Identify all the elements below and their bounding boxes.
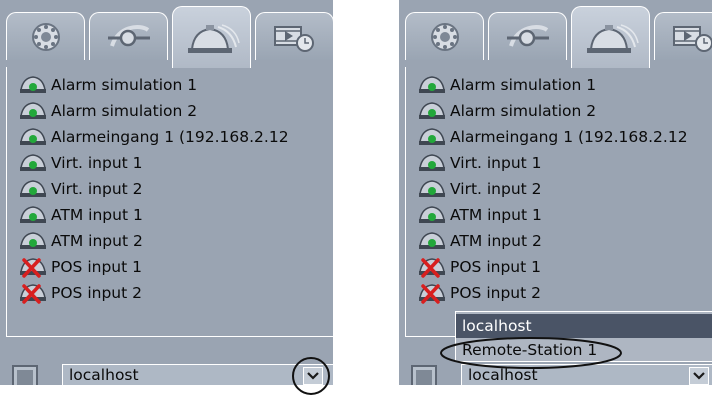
station-combo[interactable]: localhost — [461, 364, 712, 385]
input-label: POS input 1 — [51, 258, 142, 276]
chevron-down-icon — [307, 372, 319, 380]
input-label: Alarmeingang 1 (192.168.2.12 — [51, 128, 289, 146]
list-item[interactable]: POS input 2 — [418, 280, 541, 306]
alarm-input-icon — [19, 204, 47, 226]
timed-video-icon — [670, 21, 712, 53]
alarm-input-icon — [418, 178, 446, 200]
tab-bar — [405, 4, 712, 68]
station-dropdown-button[interactable] — [303, 367, 323, 385]
input-label: ATM input 1 — [450, 206, 542, 224]
station-combo-value: localhost — [69, 366, 139, 384]
list-item[interactable]: POS input 2 — [19, 280, 142, 306]
input-label: Alarm simulation 2 — [51, 102, 197, 120]
input-list: Alarm simulation 1 Alarm simulation 2 Al… — [6, 67, 333, 337]
tab-connection[interactable] — [89, 12, 168, 60]
station-dropdown-list: localhost Remote-Station 1 — [455, 311, 712, 362]
list-item[interactable]: Virt. input 2 — [19, 176, 143, 202]
list-item[interactable]: Virt. input 2 — [418, 176, 542, 202]
list-item[interactable]: Alarm simulation 1 — [418, 72, 596, 98]
alarm-light-icon — [583, 21, 639, 55]
input-label: Virt. input 1 — [51, 154, 143, 172]
dial-icon — [429, 21, 461, 53]
left-panel: Alarm simulation 1 Alarm simulation 2 Al… — [0, 0, 333, 385]
tab-timed-video[interactable] — [654, 12, 712, 60]
connect-icon — [104, 22, 154, 52]
tab-dial[interactable] — [6, 12, 85, 60]
input-label: POS input 2 — [51, 284, 142, 302]
list-item[interactable]: POS input 1 — [19, 254, 142, 280]
list-item[interactable]: Alarmeingang 1 (192.168.2.12 — [19, 124, 289, 150]
list-item[interactable]: ATM input 2 — [19, 228, 143, 254]
alarm-input-icon — [418, 126, 446, 148]
list-item[interactable]: Alarm simulation 2 — [418, 98, 596, 124]
list-item[interactable]: Alarmeingang 1 (192.168.2.12 — [418, 124, 688, 150]
station-combo[interactable]: localhost — [62, 364, 333, 385]
list-item[interactable]: Alarm simulation 1 — [19, 72, 197, 98]
monitor-icon — [411, 365, 437, 385]
input-label: Alarm simulation 1 — [450, 76, 596, 94]
alarm-input-icon — [19, 126, 47, 148]
right-panel: Alarm simulation 1 Alarm simulation 2 Al… — [399, 0, 712, 385]
tab-dial[interactable] — [405, 12, 484, 60]
input-label: Virt. input 1 — [450, 154, 542, 172]
dial-icon — [30, 21, 62, 53]
tab-timed-video[interactable] — [255, 12, 333, 60]
station-dropdown-button[interactable] — [689, 367, 709, 385]
chevron-down-icon — [693, 372, 705, 380]
list-item[interactable]: ATM input 1 — [418, 202, 542, 228]
station-combo-value: localhost — [468, 366, 538, 384]
tab-bar — [6, 4, 333, 68]
input-label: Virt. input 2 — [450, 180, 542, 198]
alarm-input-icon — [19, 100, 47, 122]
alarm-input-icon — [19, 230, 47, 252]
input-label: ATM input 1 — [51, 206, 143, 224]
alarm-input-icon — [418, 230, 446, 252]
input-label: Alarmeingang 1 (192.168.2.12 — [450, 128, 688, 146]
input-label: ATM input 2 — [450, 232, 542, 250]
monitor-icon — [12, 365, 38, 385]
list-item[interactable]: POS input 1 — [418, 254, 541, 280]
alarm-light-icon — [184, 21, 240, 55]
list-item[interactable]: ATM input 2 — [418, 228, 542, 254]
alarm-input-error-icon — [19, 282, 47, 304]
alarm-input-error-icon — [418, 256, 446, 278]
connect-icon — [503, 22, 553, 52]
input-label: POS input 2 — [450, 284, 541, 302]
alarm-input-icon — [19, 74, 47, 96]
input-label: Virt. input 2 — [51, 180, 143, 198]
list-item[interactable]: ATM input 1 — [19, 202, 143, 228]
tab-connection[interactable] — [488, 12, 567, 60]
list-item[interactable]: Virt. input 1 — [19, 150, 143, 176]
station-option-localhost[interactable]: localhost — [456, 314, 712, 338]
tab-alarm[interactable] — [172, 6, 251, 68]
input-label: Alarm simulation 2 — [450, 102, 596, 120]
alarm-input-error-icon — [19, 256, 47, 278]
list-item[interactable]: Virt. input 1 — [418, 150, 542, 176]
alarm-input-icon — [418, 100, 446, 122]
alarm-input-icon — [19, 178, 47, 200]
alarm-input-icon — [418, 152, 446, 174]
station-bar: localhost — [0, 355, 333, 385]
list-item[interactable]: Alarm simulation 2 — [19, 98, 197, 124]
input-label: ATM input 2 — [51, 232, 143, 250]
input-list: Alarm simulation 1 Alarm simulation 2 Al… — [405, 67, 712, 337]
input-label: Alarm simulation 1 — [51, 76, 197, 94]
station-option-remote[interactable]: Remote-Station 1 — [456, 338, 712, 362]
timed-video-icon — [271, 21, 319, 53]
alarm-input-icon — [418, 204, 446, 226]
alarm-input-icon — [418, 74, 446, 96]
alarm-input-error-icon — [418, 282, 446, 304]
alarm-input-icon — [19, 152, 47, 174]
input-label: POS input 1 — [450, 258, 541, 276]
tab-alarm[interactable] — [571, 6, 650, 68]
